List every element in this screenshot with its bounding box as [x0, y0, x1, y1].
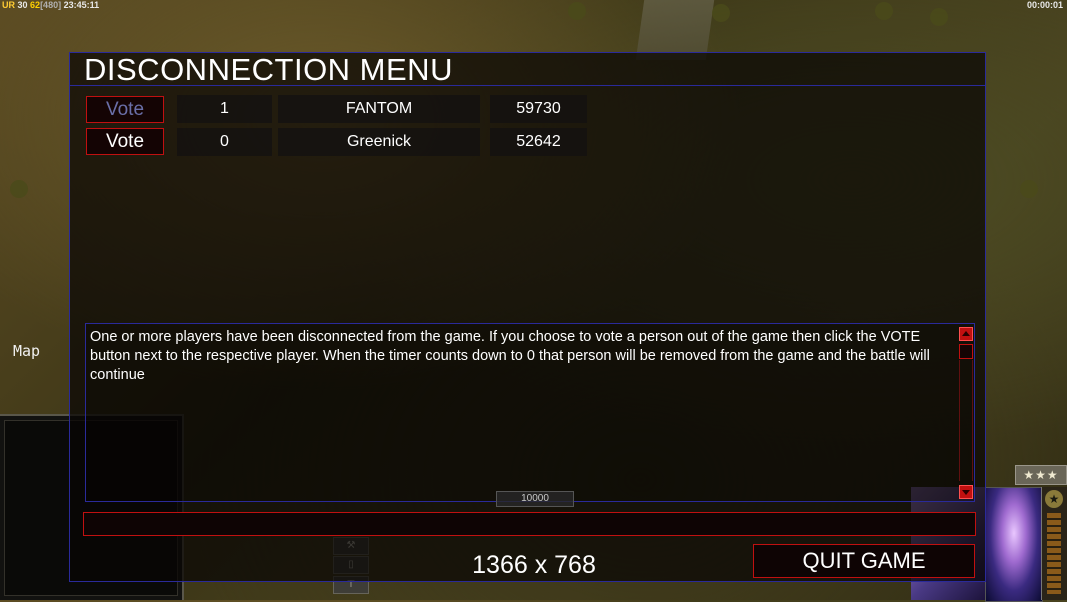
menu-title: DISCONNECTION MENU — [84, 52, 453, 87]
star-icon: ★ — [1045, 490, 1063, 508]
scroll-down-button[interactable] — [959, 485, 973, 499]
vote-button-player-1[interactable]: Vote — [86, 96, 164, 123]
hud-fps: 62 — [30, 0, 41, 10]
player-2-timer: 52642 — [490, 128, 587, 156]
resolution-label: 1366 x 768 — [472, 551, 596, 579]
vote-button-player-2[interactable]: Vote — [86, 128, 164, 155]
chat-input[interactable] — [83, 512, 976, 536]
hud-latency: [480] — [40, 0, 62, 10]
countdown-display: 10000 — [496, 491, 574, 507]
hud-clock: 23:45:11 — [63, 0, 100, 10]
player-2-name: Greenick — [278, 128, 480, 156]
terrain-tree — [568, 2, 586, 20]
terrain-tree — [1020, 180, 1038, 198]
player-1-timer: 59730 — [490, 95, 587, 123]
hud-stats: UR 30 62[480] 23:45:11 — [2, 0, 99, 10]
scrollbar-track[interactable] — [959, 360, 973, 481]
power-bars — [1047, 513, 1061, 594]
player-2-votes: 0 — [177, 128, 272, 156]
hud-ur-label: UR — [2, 0, 15, 10]
disconnect-message: One or more players have been disconnect… — [90, 329, 930, 383]
quit-game-button[interactable]: QUIT GAME — [753, 544, 975, 578]
hud-ur-value: 30 — [17, 0, 28, 10]
terrain-tree — [712, 4, 730, 22]
power-gauge: ★ — [1041, 487, 1067, 600]
scrollbar-thumb[interactable] — [959, 344, 973, 359]
player-1-votes: 1 — [177, 95, 272, 123]
terrain-road — [635, 0, 715, 60]
disconnection-menu: DISCONNECTION MENU Vote 1 FANTOM 59730 V… — [69, 52, 986, 582]
map-label: Map — [13, 342, 41, 360]
title-divider — [70, 85, 985, 86]
scroll-up-button[interactable] — [959, 327, 973, 341]
player-1-name: FANTOM — [278, 95, 480, 123]
terrain-tree — [10, 180, 28, 198]
commander-portrait — [985, 487, 1043, 602]
game-timer: 00:00:01 — [1026, 0, 1063, 10]
terrain-tree — [875, 2, 893, 20]
terrain-tree — [930, 8, 948, 26]
rank-stars: ★★★ — [1015, 465, 1067, 485]
message-box: One or more players have been disconnect… — [85, 323, 975, 502]
